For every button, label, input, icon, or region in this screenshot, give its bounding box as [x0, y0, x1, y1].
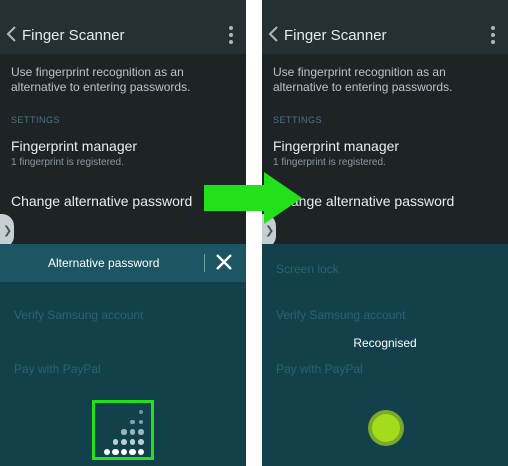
section-header-settings: SETTINGS — [11, 115, 61, 125]
section-header-settings: SETTINGS — [273, 115, 323, 125]
keypad-dot — [129, 448, 136, 456]
side-panel-handle[interactable]: ❯ — [0, 214, 14, 248]
indicator-inner — [372, 414, 400, 442]
change-alternative-password-item[interactable]: Change alternative password — [11, 193, 192, 209]
keypad-dot — [121, 439, 127, 445]
keypad-icon[interactable] — [95, 403, 151, 457]
more-vertical-icon[interactable] — [490, 26, 496, 46]
ghost-item: Screen lock — [276, 262, 339, 276]
keypad-dot — [138, 409, 144, 415]
keypad-dot — [138, 439, 144, 445]
keypad-dot — [138, 429, 144, 435]
keypad-dot — [112, 439, 119, 445]
chevron-left-icon[interactable] — [4, 24, 18, 44]
keypad-dot — [137, 448, 145, 456]
keypad-dot — [129, 439, 136, 445]
keypad-dot — [129, 429, 136, 435]
arrow-right-icon — [204, 172, 302, 224]
fingerprint-manager-item[interactable]: Fingerprint manager — [273, 138, 399, 154]
right-phone-screen: Finger Scanner Use fingerprint recogniti… — [262, 0, 508, 466]
app-bar: Finger Scanner — [0, 0, 246, 54]
sheet-header: Alternative password — [0, 244, 246, 282]
description-text: Use fingerprint recognition as an altern… — [11, 65, 191, 94]
chevron-left-icon[interactable] — [266, 24, 280, 44]
chevron-right-icon: ❯ — [3, 225, 13, 237]
app-title: Finger Scanner — [284, 27, 387, 44]
header-divider — [204, 254, 205, 272]
fingerprint-registered-subtitle: 1 fingerprint is registered. — [11, 157, 124, 168]
description-text: Use fingerprint recognition as an altern… — [273, 65, 453, 94]
left-phone-screen: Finger Scanner Use fingerprint recogniti… — [0, 0, 246, 466]
keypad-dot — [130, 419, 135, 425]
keypad-dot — [138, 419, 144, 425]
more-vertical-icon[interactable] — [228, 26, 234, 46]
ghost-item: Verify Samsung account — [276, 308, 406, 322]
fingerprint-indicator-icon — [368, 410, 404, 446]
recognised-status-text: Recognised — [353, 336, 417, 350]
close-icon[interactable] — [214, 252, 234, 272]
keypad-dot — [121, 429, 127, 435]
app-title: Finger Scanner — [22, 27, 125, 44]
ghost-item: Pay with PayPal — [276, 362, 363, 376]
sheet-title: Alternative password — [48, 256, 160, 270]
ghost-item: Verify Samsung account — [14, 308, 144, 322]
keypad-dot — [112, 448, 119, 456]
ghost-item: Pay with PayPal — [14, 362, 101, 376]
keypad-dot — [120, 448, 128, 456]
fingerprint-registered-subtitle: 1 fingerprint is registered. — [273, 157, 386, 168]
keypad-dot — [103, 448, 111, 456]
app-bar: Finger Scanner — [262, 0, 508, 54]
chevron-right-icon: ❯ — [265, 225, 275, 237]
fingerprint-manager-item[interactable]: Fingerprint manager — [11, 138, 137, 154]
